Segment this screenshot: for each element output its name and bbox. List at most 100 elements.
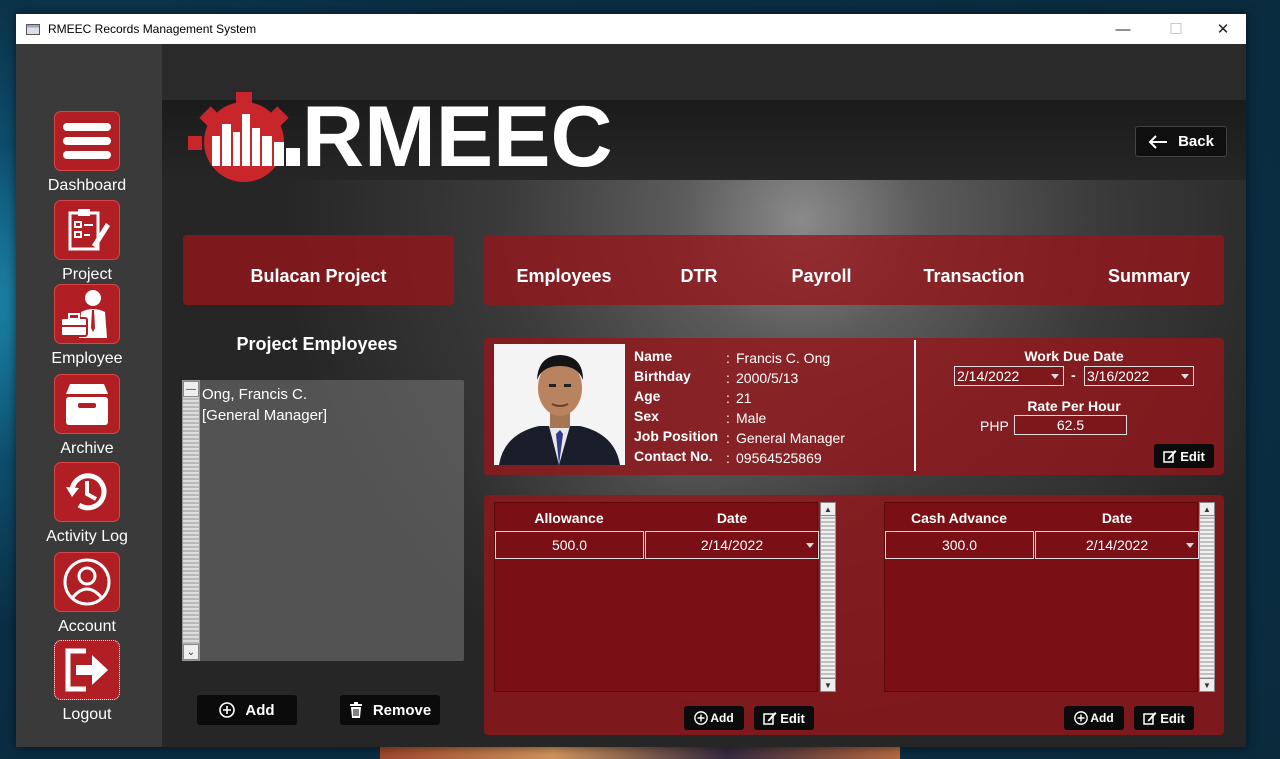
contact-value: 09564525869: [736, 450, 822, 466]
start-date-picker[interactable]: 2/14/2022: [954, 366, 1064, 386]
allowance-table-scrollbar[interactable]: ▲ ▼: [820, 502, 836, 692]
sidebar-item-label: Archive: [60, 440, 114, 457]
birthday-value: 2000/5/13: [736, 370, 799, 386]
colon-separator: :: [726, 370, 730, 386]
edit-allowance-button[interactable]: Edit: [754, 706, 814, 730]
tab-payroll[interactable]: Payroll: [774, 266, 869, 287]
colon-separator: :: [726, 430, 730, 446]
sidebar-item-logout[interactable]: Logout: [32, 640, 142, 724]
logout-exit-icon: [54, 640, 120, 700]
trash-icon: [349, 702, 362, 718]
allowance-table: Allowance Date 500.0 2/14/2022: [494, 502, 819, 692]
sidebar-item-account[interactable]: Account: [32, 552, 142, 636]
end-date-value: 3/16/2022: [1087, 368, 1150, 384]
tab-employees[interactable]: Employees: [504, 266, 624, 287]
back-button[interactable]: Back: [1135, 126, 1227, 157]
allowance-date-value: 2/14/2022: [700, 537, 764, 553]
start-date-value: 2/14/2022: [957, 368, 1020, 384]
sidebar-item-dashboard[interactable]: Dashboard: [32, 111, 142, 195]
scroll-up-button[interactable]: ▲: [1199, 502, 1215, 516]
employee-list-scrollbar[interactable]: — ⌄: [182, 380, 200, 661]
cash-advance-amount-cell[interactable]: 300.0: [885, 531, 1034, 559]
remove-employee-button[interactable]: Remove: [340, 695, 440, 725]
edit-label: Edit: [1180, 448, 1205, 464]
edit-label: Edit: [780, 710, 805, 726]
svg-text:RMEEC: RMEEC: [302, 89, 612, 185]
rate-per-hour-title: Rate Per Hour: [1027, 398, 1121, 414]
sex-value: Male: [736, 410, 767, 426]
end-date-picker[interactable]: 3/16/2022: [1084, 366, 1194, 386]
svg-text:ENGINEERING SERVICES: ENGINEERING SERVICES: [182, 189, 612, 194]
add-allowance-button[interactable]: Add: [684, 706, 744, 730]
divider: [914, 340, 916, 471]
sidebar-item-archive[interactable]: Archive: [32, 374, 142, 458]
add-employee-button[interactable]: Add: [197, 695, 297, 725]
tab-summary[interactable]: Summary: [1089, 266, 1209, 287]
plus-circle-icon: [694, 711, 709, 725]
edit-cash-advance-button[interactable]: Edit: [1134, 706, 1194, 730]
sidebar-item-activity-log[interactable]: Activity Log: [32, 462, 142, 546]
scroll-up-button[interactable]: —: [183, 381, 199, 397]
arrow-left-icon: [1148, 134, 1168, 149]
cash-advance-date-cell[interactable]: 2/14/2022: [1035, 531, 1199, 559]
edit-icon: [1143, 712, 1157, 725]
edit-icon: [763, 712, 777, 725]
remove-label: Remove: [372, 701, 432, 719]
scroll-up-button[interactable]: ▲: [820, 502, 836, 516]
back-label: Back: [1178, 133, 1214, 150]
user-circle-icon: [54, 552, 120, 612]
chevron-down-icon: [1181, 374, 1189, 379]
contact-label: Contact No.: [634, 448, 713, 464]
project-employees-title: Project Employees: [236, 334, 398, 354]
close-button[interactable]: ✕: [1200, 14, 1246, 44]
scroll-down-button[interactable]: ▼: [1199, 678, 1215, 692]
sidebar-item-project[interactable]: Project: [32, 200, 142, 284]
age-label: Age: [634, 388, 661, 404]
project-panel: Bulacan Project: [183, 235, 454, 305]
sex-label: Sex: [634, 408, 659, 424]
sidebar-item-label: Employee: [51, 350, 123, 367]
company-logo: RMEEC ENGINEERING SERVICES: [182, 89, 612, 194]
archive-box-icon: [54, 374, 120, 434]
tab-dtr[interactable]: DTR: [659, 266, 739, 287]
employee-list: — ⌄ Ong, Francis C. [General Manager]: [182, 380, 464, 661]
list-item[interactable]: Ong, Francis C. [General Manager]: [202, 384, 327, 426]
sidebar-item-label: Project: [62, 266, 112, 283]
currency-label: PHP: [980, 418, 1009, 434]
work-due-date-title: Work Due Date: [1024, 348, 1124, 364]
plus-circle-icon: [219, 702, 236, 718]
cash-advance-date-column-header: Date: [1101, 510, 1133, 526]
colon-separator: :: [726, 410, 730, 426]
minimize-button[interactable]: —: [1100, 14, 1146, 44]
edit-label: Edit: [1160, 710, 1185, 726]
desktop-wallpaper: [380, 745, 900, 759]
maximize-button[interactable]: ☐: [1153, 14, 1199, 44]
project-name: Bulacan Project: [250, 266, 387, 286]
add-label: Add: [1090, 711, 1114, 725]
scroll-down-button[interactable]: ▼: [820, 678, 836, 692]
scroll-down-button[interactable]: ⌄: [183, 644, 199, 660]
clipboard-edit-icon: [54, 200, 120, 260]
colon-separator: :: [726, 350, 730, 366]
profile-panel: Name Birthday Age Sex Job Position Conta…: [484, 338, 1224, 475]
app-window: RMEEC Records Management System — ☐ ✕ Da…: [16, 14, 1246, 747]
chevron-down-icon: [1186, 543, 1194, 548]
allowance-column-header: Allowance: [534, 510, 604, 526]
add-label: Add: [245, 701, 275, 719]
tab-transaction[interactable]: Transaction: [904, 266, 1044, 287]
allowance-date-column-header: Date: [716, 510, 748, 526]
chevron-down-icon: [1051, 374, 1059, 379]
tab-bar: Employees DTR Payroll Transaction Summar…: [484, 235, 1224, 305]
cash-advance-table-scrollbar[interactable]: ▲ ▼: [1199, 502, 1215, 692]
add-cash-advance-button[interactable]: Add: [1064, 706, 1124, 730]
edit-rate-button[interactable]: Edit: [1154, 444, 1214, 468]
rate-field[interactable]: 62.5: [1014, 415, 1127, 435]
sidebar-item-employee[interactable]: Employee: [32, 284, 142, 368]
date-range-dash: -: [1071, 367, 1076, 383]
job-position-label: Job Position: [634, 428, 718, 444]
employee-name: Ong, Francis C.: [202, 386, 308, 403]
allowance-amount-cell[interactable]: 500.0: [495, 531, 644, 559]
add-label: Add: [710, 711, 734, 725]
sidebar: Dashboard Project Employee Archive Activ…: [16, 44, 162, 747]
allowance-date-cell[interactable]: 2/14/2022: [645, 531, 819, 559]
